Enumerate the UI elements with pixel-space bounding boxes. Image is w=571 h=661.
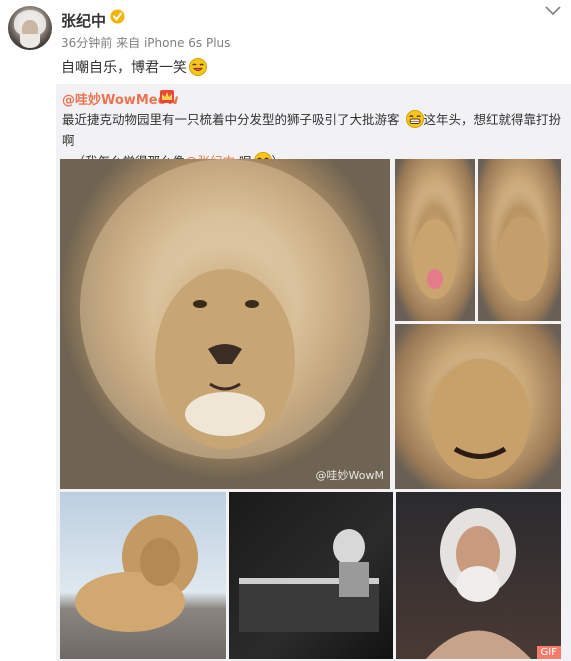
user-name[interactable]: 张纪中 (61, 10, 106, 31)
grin-emoji-icon (405, 110, 424, 128)
piano-photo-bw[interactable] (229, 492, 393, 659)
image-watermark: @哇妙WowM (315, 469, 384, 482)
repost-card[interactable]: @哇妙WowMeow 最近捷克动物园里有一只梳着中分发型的狮子吸引了大批游客 这… (56, 84, 571, 661)
laugh-emoji-icon (189, 58, 207, 76)
post-source[interactable]: iPhone 6s Plus (144, 36, 230, 50)
gif-badge: GIF (536, 646, 561, 659)
lion-photo-tongue[interactable] (395, 159, 475, 321)
post-body: 自嘲自乐，博君一笑 (61, 60, 187, 76)
repost-line1: 最近捷克动物园里有一只梳着中分发型的狮子吸引了大批游客 (62, 112, 400, 127)
lion-photo-squint[interactable] (478, 159, 561, 321)
post-header: 张纪中 36分钟前 来自 iPhone 6s Plus 自嘲自乐，博君一笑 (0, 0, 571, 84)
man-photo-gif[interactable]: GIF (396, 492, 561, 659)
chevron-down-icon[interactable] (545, 6, 561, 16)
crown-icon (160, 90, 174, 103)
verified-icon (110, 9, 125, 24)
post-text: 自嘲自乐，博君一笑 (61, 57, 207, 77)
avatar[interactable] (8, 6, 52, 50)
lion-photo-rock[interactable] (60, 492, 226, 659)
source-prefix: 来自 (116, 36, 141, 50)
lion-photo-main[interactable]: @哇妙WowM (60, 159, 390, 489)
post-meta: 36分钟前 来自 iPhone 6s Plus (61, 34, 230, 51)
lion-photo-grimace[interactable] (395, 324, 561, 489)
post-time[interactable]: 36分钟前 (61, 36, 112, 50)
